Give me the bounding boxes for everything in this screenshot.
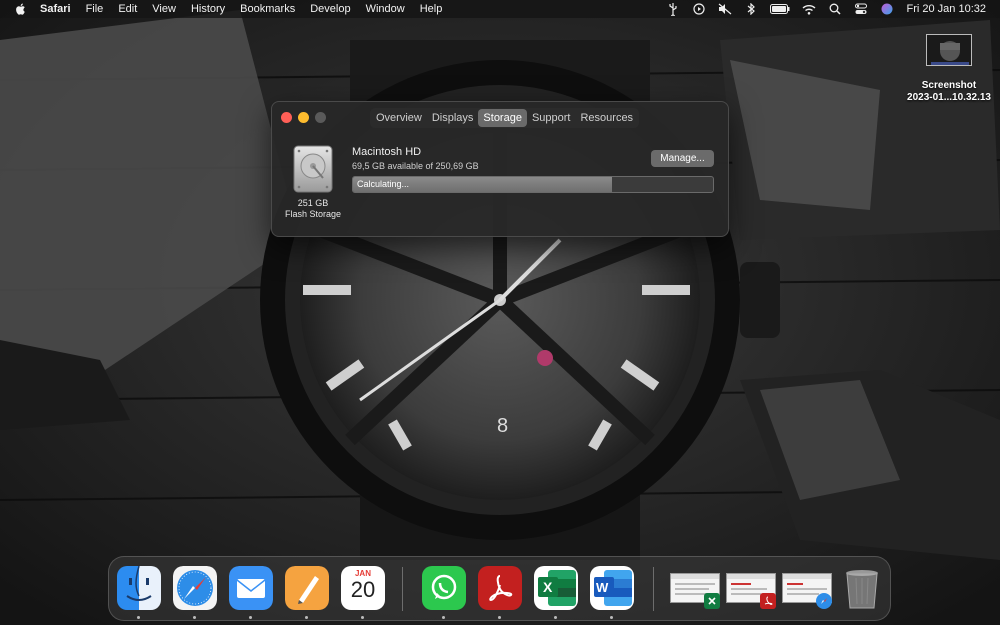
wifi-icon[interactable] [801,2,817,16]
menu-edit[interactable]: Edit [118,3,137,15]
progress-label: Calculating... [357,179,410,189]
tab-support[interactable]: Support [527,109,576,127]
excel-icon[interactable]: X [534,566,578,610]
zoom-button[interactable] [315,112,326,123]
mute-icon[interactable] [717,2,733,16]
disk-available: 69,5 GB available of 250,69 GB [352,161,479,171]
bluetooth-icon[interactable] [743,2,759,16]
menu-clock[interactable]: Fri 20 Jan 10:32 [907,3,987,15]
search-icon[interactable] [827,2,843,16]
trash-icon[interactable] [840,566,884,610]
pages-icon[interactable] [285,566,329,610]
dock-separator [653,567,654,611]
dock-separator [402,567,403,611]
finder-icon[interactable] [117,566,161,610]
tab-storage[interactable]: Storage [478,109,527,127]
manage-button[interactable]: Manage... [651,150,714,167]
hard-drive-icon [293,145,333,193]
desktop-wallpaper: 8 [0,0,1000,625]
running-indicator [498,616,501,619]
window-controls [281,112,332,123]
tab-displays[interactable]: Displays [427,109,479,127]
svg-text:W: W [596,580,609,595]
control-center-icon[interactable] [853,2,869,16]
menu-history[interactable]: History [191,3,225,15]
apple-menu-icon[interactable] [14,2,28,16]
menu-file[interactable]: File [86,3,104,15]
menu-safari[interactable]: Safari [40,3,71,15]
running-indicator [442,616,445,619]
menu-bookmarks[interactable]: Bookmarks [240,3,295,15]
running-indicator [361,616,364,619]
acrobat-icon[interactable] [478,566,522,610]
dock: JAN 20 X W [108,556,891,621]
file-name-line1: Screenshot [921,80,977,91]
word-icon[interactable]: W [590,566,634,610]
running-indicator [305,616,308,619]
menu-bar: Safari File Edit View History Bookmarks … [0,0,1000,18]
running-indicator [554,616,557,619]
play-circle-icon[interactable] [691,2,707,16]
svg-text:8: 8 [497,415,508,437]
storage-progress-bar: Calculating... [352,176,714,193]
tab-bar: Overview Displays Storage Support Resour… [370,108,640,128]
siri-icon[interactable] [879,2,895,16]
drive-info: 251 GB Flash Storage [282,144,344,220]
menu-help[interactable]: Help [420,3,443,15]
menu-develop[interactable]: Develop [310,3,350,15]
usb-icon[interactable] [665,2,681,16]
safari-badge-icon [816,593,832,609]
acrobat-badge-icon [760,593,776,609]
calendar-icon[interactable]: JAN 20 [341,566,385,610]
drive-type: Flash Storage [284,209,342,219]
about-this-mac-window: Overview Displays Storage Support Resour… [271,101,729,237]
battery-icon[interactable] [769,2,791,16]
calendar-day: 20 [350,577,376,602]
tab-resources[interactable]: Resources [575,109,638,127]
menu-window[interactable]: Window [366,3,405,15]
file-name-line2: 2023-01...10.32.13 [907,92,991,103]
close-button[interactable] [281,112,292,123]
minimize-button[interactable] [298,112,309,123]
disk-name: Macintosh HD [352,146,422,158]
screenshot-thumbnail [926,34,972,66]
tab-overview[interactable]: Overview [371,109,427,127]
desktop-screenshot-file[interactable]: Screenshot 2023-01...10.32.13 [900,34,998,104]
safari-icon[interactable] [173,566,217,610]
running-indicator [193,616,196,619]
running-indicator [610,616,613,619]
mail-icon[interactable] [229,566,273,610]
running-indicator [137,616,140,619]
drive-size: 251 GB [297,198,329,208]
svg-text:X: X [543,579,553,595]
running-indicator [249,616,252,619]
excel-badge-icon [704,593,720,609]
whatsapp-icon[interactable] [422,566,466,610]
menu-view[interactable]: View [152,3,176,15]
